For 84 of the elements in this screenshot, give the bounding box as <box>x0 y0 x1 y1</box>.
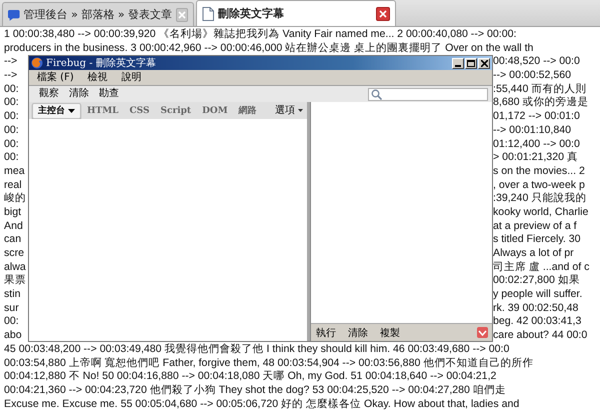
panel-tab[interactable]: CSS <box>124 104 154 118</box>
subtitle-text: 00: <box>4 96 19 110</box>
toolbar-button[interactable]: 勘查 <box>99 88 119 100</box>
panel-tab[interactable]: 主控台 <box>32 102 81 118</box>
close-icon <box>480 60 488 66</box>
tab-title: 刪除英文字幕 <box>218 6 285 21</box>
toolbar-button[interactable]: 觀察 <box>39 88 59 100</box>
subtitle-text: at a preview of a f <box>493 220 577 234</box>
caret-icon <box>298 109 303 112</box>
subtitle-text: 01:12,400 --> 00:0 <box>493 138 580 151</box>
subtitle-text: 果票 <box>4 274 26 288</box>
subtitle-text: s titled Fiercely. 30 <box>493 233 581 248</box>
subtitle-text: s on the movies... 2 <box>493 164 585 179</box>
subtitle-text: 01,172 --> 00:01:0 <box>493 110 580 124</box>
speech-bubble-icon <box>8 8 20 22</box>
subtitle-text: > 00:01:21,320 真 <box>493 151 578 165</box>
subtitle-text: sur <box>4 302 19 316</box>
panel-tab[interactable]: HTML <box>82 104 124 118</box>
subtitle-text: 00: <box>4 124 19 138</box>
caret-icon <box>68 108 75 112</box>
collapse-button[interactable] <box>477 327 488 338</box>
globe-icon <box>31 57 43 69</box>
subtitle-text: scre <box>4 247 24 261</box>
subtitle-text: 司主席 盧 ...and of c <box>493 260 590 274</box>
options-menu[interactable]: 選項 <box>275 104 303 116</box>
subtitle-text: And <box>4 220 23 234</box>
subtitle-text: producers in the business. 3 00:00:42,960 --> 00:00:46,000 站在辦公桌邊 桌上的團裏擺明了 Over on the wall th <box>4 42 534 54</box>
subtitle-text: alwa <box>4 260 26 274</box>
toolbar-button[interactable]: 清除 <box>69 88 89 100</box>
subtitle-text: 8,680 或你的旁邊是 <box>493 96 588 110</box>
menu-item[interactable]: 檢視 <box>88 72 108 84</box>
subtitle-text: kooky world, Charlie <box>493 206 588 220</box>
subtitle-text: Always a lot of pr <box>493 247 574 261</box>
browser-tab[interactable]: 管理後台 » 部落格 » 發表文章 <box>2 2 194 26</box>
subtitle-text: 45 00:03:48,200 --> 00:03:49,480 我覺得他們會殺了他 I think they should kill him. 46 00:03:49,680 --> 00:0 <box>4 342 510 355</box>
subtitle-text: real <box>4 178 22 192</box>
maximize-button[interactable] <box>465 58 477 68</box>
subtitle-text: , over a two-week p <box>493 178 585 192</box>
subtitle-text: :39,240 只能說我的 <box>493 192 586 206</box>
subtitle-text: 00: <box>4 138 19 152</box>
subtitle-text: abo <box>4 329 22 343</box>
subtitle-text: 00: <box>4 151 19 165</box>
close-icon[interactable] <box>376 6 390 20</box>
subtitle-text: 00:04:12,880 不 No! 50 00:04:16,880 --> 00:04:18,080 天哪 Oh, my God. 51 00:04:18,640 --> 00:04:21,2 <box>4 370 496 382</box>
subtitle-text: can <box>4 233 22 248</box>
subtitle-text: 00: <box>4 82 19 96</box>
document-icon <box>202 6 214 20</box>
subtitle-text: beg. 42 00:03:41,3 <box>493 315 582 330</box>
subtitle-text: 00: <box>4 315 19 330</box>
subtitle-text: --> 00:00:52,560 <box>493 69 572 83</box>
subtitle-text: 00: <box>4 110 19 124</box>
subtitle-text: rk. 39 00:02:50,48 <box>493 302 578 316</box>
search-field[interactable] <box>368 88 488 100</box>
subtitle-text: Excuse me. Excuse me. 55 00:05:04,680 --> 00:05:06,720 好的 怎麼樣各位 Okay. How about that, ladies and <box>4 398 520 410</box>
subtitle-text: 00:03:54,880 上帝啊 寬恕他們吧 Father, forgive them, 48 00:03:54,904 --> 00:03:56,880 他們不知道自己的所作 <box>4 356 534 368</box>
subtitle-text: y people will suffer. <box>493 288 582 302</box>
panel-tab[interactable]: DOM <box>197 104 233 118</box>
subtitle-text: stin <box>4 288 20 302</box>
maximize-icon <box>467 60 475 66</box>
search-icon <box>371 88 382 100</box>
command-button[interactable]: 執行 <box>316 326 336 340</box>
subtitle-text: 峻的 <box>4 192 26 206</box>
tab-title: 管理後台 » 部落格 » 發表文章 <box>24 7 172 22</box>
browser-tab[interactable]: 刪除英文字幕 <box>196 0 396 26</box>
command-button[interactable]: 清除 <box>348 326 368 340</box>
panel-tab[interactable]: Script <box>155 104 196 118</box>
subtitle-text: 00:48,520 --> 00:0 <box>493 55 580 70</box>
subtitle-text: --> <box>4 69 18 83</box>
subtitle-text: care about? 44 00:0 <box>493 329 588 343</box>
subtitle-text: bigt <box>4 206 22 220</box>
panel-tab[interactable]: 網路 <box>234 104 262 118</box>
subtitle-text: --> <box>4 55 18 70</box>
menu-item[interactable]: 說明 <box>122 72 142 84</box>
subtitle-text: 00:04:21,360 --> 00:04:23,720 他們殺了小狗 They shot the dog? 53 00:04:25,520 --> 00:04:27,280 咱們走 <box>4 384 506 396</box>
menu-item[interactable]: 檔案 (F) <box>37 72 74 84</box>
minimize-button[interactable] <box>452 58 464 68</box>
subtitle-text: 00:02:27,800 如果 <box>493 274 580 288</box>
subtitle-text: --> 00:01:10,840 <box>493 124 572 138</box>
subtitle-text: 1 00:00:38,480 --> 00:00:39,920 《名利場》雜誌把我列為 Vanity Fair named me... 2 00:00:40,080 --> 00:00: <box>4 28 516 40</box>
window-title: Firebug - 刪除英文字幕 <box>46 56 157 70</box>
command-button[interactable]: 複製 <box>380 326 400 340</box>
subtitle-text: :55,440 而有的人則 <box>493 82 586 96</box>
subtitle-text: mea <box>4 164 25 179</box>
close-button[interactable] <box>478 58 490 68</box>
